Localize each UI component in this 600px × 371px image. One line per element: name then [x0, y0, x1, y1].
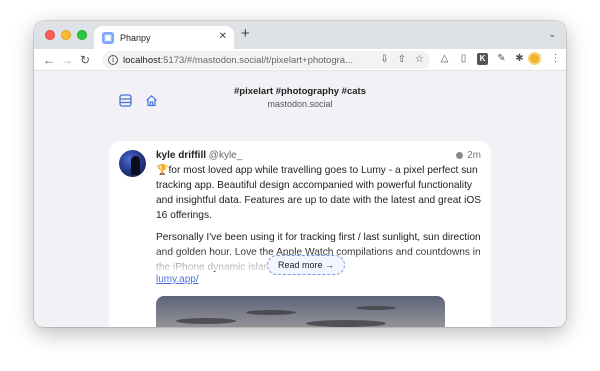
instance-name: mastodon.social [267, 99, 333, 109]
avatar[interactable] [119, 150, 146, 177]
phanpy-favicon-icon: ▣ [102, 31, 114, 44]
author-name[interactable]: kyle driffill [156, 150, 206, 161]
phone-extension-icon[interactable]: ▯ [458, 53, 469, 65]
tab-title: Phanpy [120, 32, 151, 43]
post-paragraph-1: 🏆for most loved app while travelling goe… [156, 165, 482, 221]
tab-bar: ▣ Phanpy ✕ + ⌄ [34, 21, 566, 49]
wrench-extension-icon[interactable]: ✎ [496, 53, 507, 65]
profile-avatar-icon[interactable] [528, 52, 541, 65]
hashtags-title: #pixelart #photography #cats [234, 86, 366, 97]
read-more-button[interactable]: Read more → [267, 255, 346, 275]
reload-icon[interactable]: ↻ [80, 52, 90, 68]
address-bar[interactable]: i localhost:5173/#/mastodon.social/t/pix… [102, 51, 430, 69]
url-text: localhost:5173/#/mastodon.social/t/pixel… [123, 54, 353, 66]
post-photo[interactable] [156, 296, 445, 327]
k-extension-icon[interactable]: K [477, 53, 488, 65]
new-tab-button[interactable]: + [241, 26, 250, 42]
author-handle[interactable]: @kyle_ [209, 150, 243, 161]
puzzle-extensions-icon[interactable]: ✱ [514, 53, 525, 65]
share-icon[interactable]: ⇧ [398, 54, 406, 65]
post-author[interactable]: kyle driffill @kyle_ [156, 150, 242, 161]
page-title: #pixelart #photography #cats mastodon.so… [34, 86, 566, 109]
close-window-button[interactable] [45, 30, 55, 40]
minimize-window-button[interactable] [61, 30, 71, 40]
browser-window: ▣ Phanpy ✕ + ⌄ ← → ↻ i localhost:5173/#/… [34, 21, 566, 327]
post-timestamp[interactable]: 2m [456, 150, 481, 161]
browser-toolbar: ← → ↻ i localhost:5173/#/mastodon.social… [34, 49, 566, 71]
site-info-icon[interactable]: i [108, 55, 118, 65]
status-card[interactable]: kyle driffill @kyle_ 2m 🏆for most loved … [109, 141, 491, 327]
tab-search-chevron-icon[interactable]: ⌄ [548, 29, 556, 40]
trophy-icon: 🏆 [156, 165, 169, 176]
app-content: #pixelart #photography #cats mastodon.so… [34, 72, 566, 327]
post-time[interactable]: 2m [467, 150, 481, 161]
install-app-icon[interactable]: ⇩ [380, 54, 388, 65]
post-link[interactable]: lumy.app/ [156, 274, 199, 285]
tab-phanpy[interactable]: ▣ Phanpy ✕ [94, 26, 234, 49]
back-arrow-icon[interactable]: ← [43, 52, 55, 68]
cloud-extension-icon[interactable]: △ [439, 53, 450, 65]
globe-visibility-icon [456, 152, 464, 159]
bookmark-star-icon[interactable]: ☆ [415, 54, 424, 65]
zoom-window-button[interactable] [77, 30, 87, 40]
forward-arrow-icon[interactable]: → [61, 52, 73, 68]
kebab-menu-icon[interactable]: ⋮ [550, 53, 561, 65]
tab-close-icon[interactable]: ✕ [219, 31, 227, 42]
